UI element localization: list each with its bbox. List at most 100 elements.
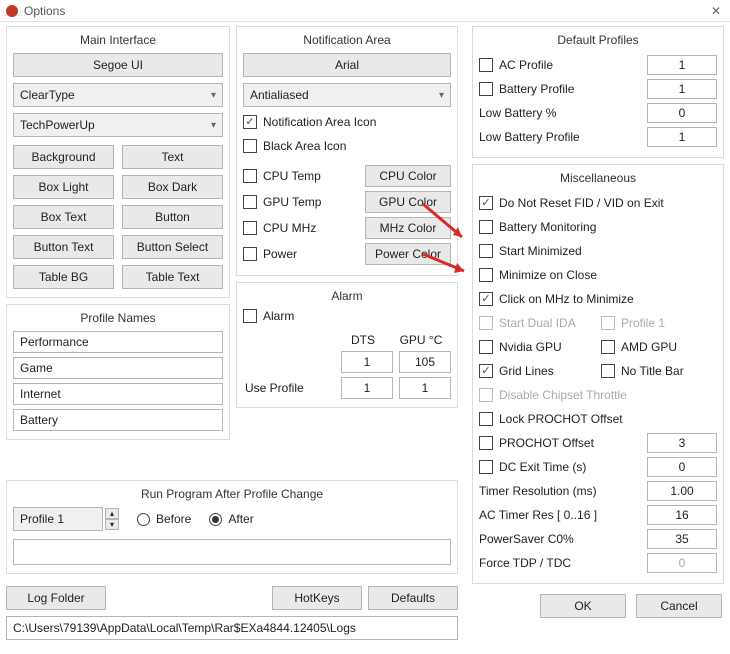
ok-button[interactable]: OK (540, 594, 626, 618)
button-select-button[interactable]: Button Select (122, 235, 223, 259)
close-icon[interactable]: ✕ (708, 4, 724, 18)
profile-name-input[interactable]: Battery (13, 409, 223, 431)
alarm-dts-input[interactable]: 1 (341, 351, 393, 373)
notification-group: Notification Area Arial Antialiased ▾ ✓N… (236, 26, 458, 276)
button-button[interactable]: Button (122, 205, 223, 229)
defaults-button[interactable]: Defaults (368, 586, 458, 610)
chevron-down-icon: ▾ (211, 120, 216, 131)
ac-timer-res-label: AC Timer Res [ 0..16 ] (479, 508, 641, 522)
dual-ida-check: Start Dual IDA (479, 316, 595, 330)
dc-exit-time-value[interactable]: 0 (647, 457, 717, 477)
powersaver-c0-value[interactable]: 35 (647, 529, 717, 549)
mhz-color-button[interactable]: MHz Color (365, 217, 451, 239)
power-color-button[interactable]: Power Color (365, 243, 451, 265)
default-profiles-group: Default Profiles AC Profile 1 Battery Pr… (472, 26, 724, 158)
profile-name-input[interactable]: Performance (13, 331, 223, 353)
chevron-down-icon[interactable]: ▾ (105, 519, 119, 530)
use-profile-gpu-input[interactable]: 1 (399, 377, 451, 399)
alarm-title: Alarm (243, 289, 451, 303)
profile-name-input[interactable]: Internet (13, 383, 223, 405)
force-tdp-value: 0 (647, 553, 717, 573)
after-radio[interactable]: After (209, 512, 253, 526)
button-text-button[interactable]: Button Text (13, 235, 114, 259)
notif-font-button[interactable]: Arial (243, 53, 451, 77)
nvidia-check[interactable]: Nvidia GPU (479, 340, 595, 354)
ac-profile-value[interactable]: 1 (647, 55, 717, 75)
use-profile-dts-input[interactable]: 1 (341, 377, 393, 399)
misc-group: Miscellaneous ✓Do Not Reset FID / VID on… (472, 164, 724, 584)
before-radio[interactable]: Before (137, 512, 191, 526)
box-light-button[interactable]: Box Light (13, 175, 114, 199)
branding-select[interactable]: TechPowerUp ▾ (13, 113, 223, 137)
log-folder-button[interactable]: Log Folder (6, 586, 106, 610)
amd-check[interactable]: AMD GPU (601, 340, 717, 354)
profile1-check: Profile 1 (601, 316, 717, 330)
chevron-up-icon[interactable]: ▴ (105, 508, 119, 519)
gpu-temp-check[interactable]: GPU Temp (243, 195, 357, 209)
profile-name-input[interactable]: Game (13, 357, 223, 379)
use-profile-label: Use Profile (243, 381, 335, 395)
background-button[interactable]: Background (13, 145, 114, 169)
box-dark-button[interactable]: Box Dark (122, 175, 223, 199)
alarm-gpu-input[interactable]: 105 (399, 351, 451, 373)
lock-prochot-check[interactable]: Lock PROCHOT Offset (479, 412, 623, 426)
no-reset-check[interactable]: ✓Do Not Reset FID / VID on Exit (479, 196, 664, 210)
aa-value: Antialiased (250, 88, 309, 102)
app-icon (6, 5, 18, 17)
notification-title: Notification Area (243, 33, 451, 47)
grid-lines-check[interactable]: ✓Grid Lines (479, 364, 595, 378)
rendering-value: ClearType (20, 88, 75, 102)
battery-profile-value[interactable]: 1 (647, 79, 717, 99)
no-title-bar-check[interactable]: No Title Bar (601, 364, 717, 378)
font-button[interactable]: Segoe UI (13, 53, 223, 77)
timer-res-label: Timer Resolution (ms) (479, 484, 641, 498)
low-battery-profile-label: Low Battery Profile (479, 130, 641, 144)
aa-select[interactable]: Antialiased ▾ (243, 83, 451, 107)
ac-timer-res-value[interactable]: 16 (647, 505, 717, 525)
area-icon-check[interactable]: ✓Notification Area Icon (243, 115, 451, 129)
cpu-mhz-check[interactable]: CPU MHz (243, 221, 357, 235)
click-mhz-check[interactable]: ✓Click on MHz to Minimize (479, 292, 634, 306)
window-title: Options (24, 4, 65, 18)
battery-profile-check[interactable]: Battery Profile (479, 82, 574, 96)
timer-res-value[interactable]: 1.00 (647, 481, 717, 501)
start-minimized-check[interactable]: Start Minimized (479, 244, 582, 258)
misc-title: Miscellaneous (479, 171, 717, 185)
cpu-temp-check[interactable]: CPU Temp (243, 169, 357, 183)
low-battery-pct-label: Low Battery % (479, 106, 641, 120)
dts-label: DTS (337, 333, 389, 347)
log-path-input[interactable]: C:\Users\79139\AppData\Local\Temp\Rar$EX… (6, 616, 458, 640)
dc-exit-time-check[interactable]: DC Exit Time (s) (479, 460, 586, 474)
prochot-offset-check[interactable]: PROCHOT Offset (479, 436, 594, 450)
table-bg-button[interactable]: Table BG (13, 265, 114, 289)
powersaver-c0-label: PowerSaver C0% (479, 532, 641, 546)
profile-names-title: Profile Names (13, 311, 223, 325)
prochot-offset-value[interactable]: 3 (647, 433, 717, 453)
chevron-down-icon: ▾ (211, 90, 216, 101)
text-button[interactable]: Text (122, 145, 223, 169)
gpu-label: GPU °C (395, 333, 447, 347)
table-text-button[interactable]: Table Text (122, 265, 223, 289)
ac-profile-check[interactable]: AC Profile (479, 58, 553, 72)
low-battery-profile-value[interactable]: 1 (647, 127, 717, 147)
low-battery-pct-value[interactable]: 0 (647, 103, 717, 123)
black-icon-check[interactable]: Black Area Icon (243, 139, 451, 153)
box-text-button[interactable]: Box Text (13, 205, 114, 229)
run-command-input[interactable] (13, 539, 451, 565)
force-tdp-label: Force TDP / TDC (479, 556, 641, 570)
alarm-check[interactable]: Alarm (243, 309, 451, 323)
power-check[interactable]: Power (243, 247, 357, 261)
gpu-color-button[interactable]: GPU Color (365, 191, 451, 213)
default-profiles-title: Default Profiles (479, 33, 717, 47)
cancel-button[interactable]: Cancel (636, 594, 722, 618)
minimize-on-close-check[interactable]: Minimize on Close (479, 268, 597, 282)
battery-monitoring-check[interactable]: Battery Monitoring (479, 220, 596, 234)
hotkeys-button[interactable]: HotKeys (272, 586, 362, 610)
main-interface-group: Main Interface Segoe UI ClearType ▾ Tech… (6, 26, 230, 298)
run-profile-spinner[interactable]: Profile 1 ▴▾ (13, 507, 119, 531)
main-interface-title: Main Interface (13, 33, 223, 47)
rendering-select[interactable]: ClearType ▾ (13, 83, 223, 107)
run-program-title: Run Program After Profile Change (13, 487, 451, 501)
run-program-group: Run Program After Profile Change Profile… (6, 480, 458, 574)
cpu-color-button[interactable]: CPU Color (365, 165, 451, 187)
